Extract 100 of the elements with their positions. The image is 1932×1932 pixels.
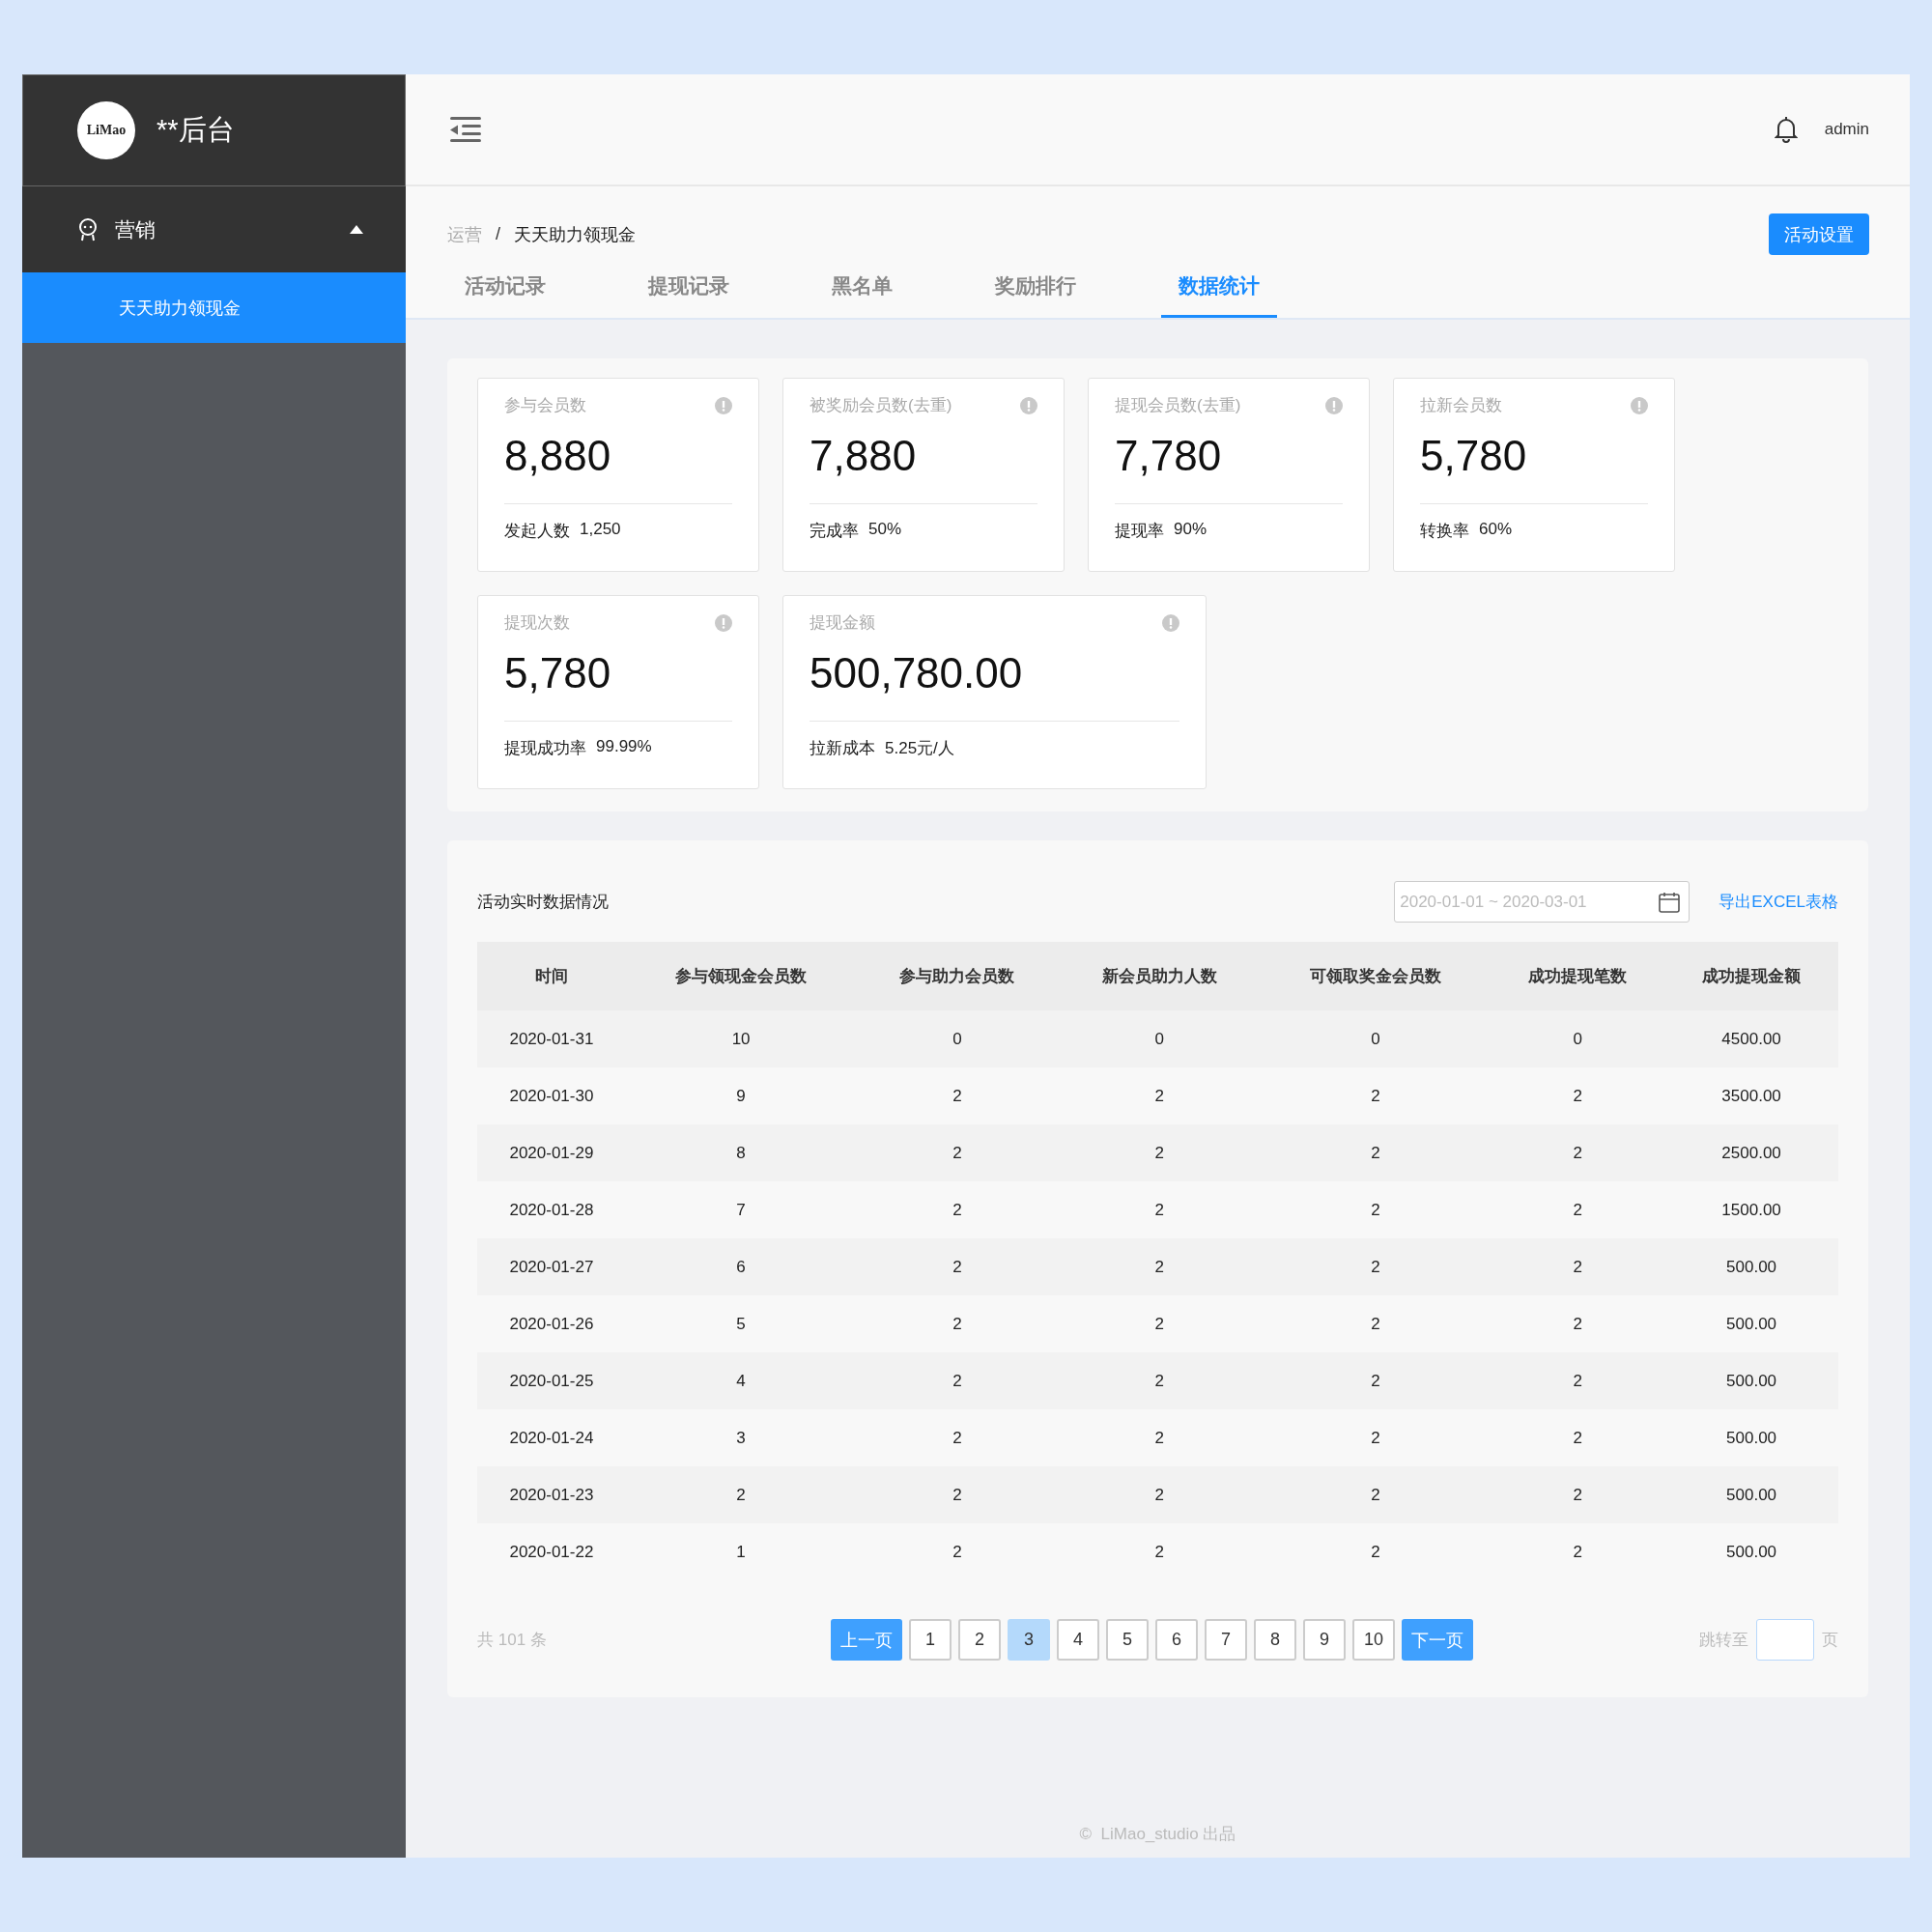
stat-value: 7,880 (810, 432, 918, 480)
table-cell: 2 (1058, 1466, 1261, 1523)
page-input[interactable] (1756, 1619, 1814, 1661)
stat-title: 参与会员数 (504, 395, 586, 416)
page-button[interactable]: 1 (908, 1619, 952, 1661)
table-cell: 2020-01-24 (477, 1409, 626, 1466)
calendar-icon (1659, 892, 1681, 913)
table-cell: 2 (1491, 1352, 1665, 1409)
table-cell: 2020-01-22 (477, 1523, 626, 1580)
stat-sub-value: 50% (868, 520, 902, 540)
info-icon (715, 613, 732, 632)
user-name[interactable]: admin (1824, 120, 1869, 139)
table-cell: 2 (856, 1466, 1059, 1523)
table-cell: 2 (1260, 1124, 1492, 1181)
page-button[interactable]: 7 (1204, 1619, 1247, 1661)
table-cell: 2500.00 (1664, 1124, 1838, 1181)
logo: LiMao (77, 101, 135, 159)
breadcrumb-item: 天天助力领现金 (514, 223, 636, 246)
table-cell: 2020-01-29 (477, 1124, 626, 1181)
table-cell: 2 (1058, 1409, 1261, 1466)
table-cell: 2020-01-31 (477, 1010, 626, 1067)
app-title: **后台 (156, 113, 235, 147)
info-icon (1162, 613, 1179, 632)
table-cell: 6 (625, 1238, 857, 1295)
table-cell: 8 (625, 1124, 857, 1181)
stat-title: 拉新会员数 (1420, 395, 1502, 416)
table-cell: 4 (625, 1352, 857, 1409)
stat-title: 提现金额 (810, 612, 875, 634)
table-cell: 500.00 (1664, 1238, 1838, 1295)
page-button[interactable]: 4 (1056, 1619, 1099, 1661)
page-button[interactable]: 6 (1154, 1619, 1198, 1661)
table-cell: 2 (1058, 1067, 1261, 1124)
table-cell: 2 (1260, 1067, 1492, 1124)
info-icon (715, 396, 732, 414)
table-cell: 10 (625, 1010, 857, 1067)
stat-value: 7,780 (1115, 432, 1223, 480)
table-cell: 1 (625, 1523, 857, 1580)
table-cell: 2 (1058, 1523, 1261, 1580)
column-header: 可领取奖金会员数 (1260, 942, 1492, 1010)
table-cell: 2 (1491, 1523, 1665, 1580)
table-cell: 2 (1491, 1409, 1665, 1466)
table-title: 活动实时数据情况 (477, 892, 609, 913)
column-header: 成功提现笔数 (1491, 942, 1665, 1010)
stat-title: 提现次数 (504, 612, 570, 634)
table-cell: 2 (856, 1238, 1059, 1295)
table-cell: 2 (856, 1295, 1059, 1352)
stat-sub-value: 1,250 (580, 520, 621, 540)
table-cell: 2020-01-23 (477, 1466, 626, 1523)
table-cell: 500.00 (1664, 1352, 1838, 1409)
table-cell: 500.00 (1664, 1409, 1838, 1466)
table-cell: 2 (1491, 1466, 1665, 1523)
stat-value: 5,780 (1420, 432, 1528, 480)
stat-label: 完成率 (810, 521, 859, 542)
page-button[interactable]: 5 (1105, 1619, 1149, 1661)
table-cell: 2020-01-25 (477, 1352, 626, 1409)
stat-value: 8,880 (504, 432, 612, 480)
page-button[interactable]: 10 (1351, 1619, 1395, 1661)
table-cell: 2 (856, 1124, 1059, 1181)
table-cell: 2 (1491, 1238, 1665, 1295)
table-cell: 2020-01-30 (477, 1067, 626, 1124)
page-button[interactable]: 3 (1007, 1619, 1050, 1661)
stat-sub-value: 60% (1479, 520, 1513, 540)
table-cell: 2020-01-26 (477, 1295, 626, 1352)
stat-sub-value: 99.99% (596, 737, 652, 757)
caret-icon (350, 225, 363, 234)
table-cell: 2 (1260, 1238, 1492, 1295)
stat-value: 5,780 (504, 649, 612, 697)
table-cell: 2 (1491, 1181, 1665, 1238)
table-cell: 0 (1260, 1010, 1492, 1067)
table-cell: 0 (856, 1010, 1059, 1067)
table-cell: 5 (625, 1295, 857, 1352)
table-cell: 2 (625, 1466, 857, 1523)
table-cell: 2 (1491, 1124, 1665, 1181)
table-cell: 2 (1491, 1295, 1665, 1352)
stat-title: 被奖励会员数(去重) (810, 395, 952, 416)
stat-value: 500,780.00 (810, 649, 1024, 697)
jump-label: 跳转至 (1699, 1630, 1748, 1651)
table-cell: 3 (625, 1409, 857, 1466)
stat-sub-value: 5.25元/人 (885, 738, 954, 759)
table-cell: 2 (1058, 1181, 1261, 1238)
table-cell: 0 (1491, 1010, 1665, 1067)
table-cell: 500.00 (1664, 1295, 1838, 1352)
column-header: 成功提现金额 (1664, 942, 1838, 1010)
menu-icon[interactable] (450, 116, 481, 143)
table-cell: 2 (856, 1181, 1059, 1238)
info-icon (1325, 396, 1343, 414)
info-icon (1631, 396, 1648, 414)
bell-icon[interactable] (1774, 116, 1798, 143)
column-header: 时间 (477, 942, 626, 1010)
page-suffix: 页 (1822, 1630, 1838, 1651)
page-button[interactable]: 2 (957, 1619, 1001, 1661)
page-button[interactable]: 8 (1253, 1619, 1296, 1661)
table-cell: 2 (1260, 1295, 1492, 1352)
table-cell: 4500.00 (1664, 1010, 1838, 1067)
date-range-field[interactable]: 2020-01-01 ~ 2020-03-01 (1394, 881, 1690, 923)
table-cell: 2 (1058, 1352, 1261, 1409)
page-button[interactable]: 9 (1302, 1619, 1346, 1661)
table-cell: 500.00 (1664, 1523, 1838, 1580)
menu-item[interactable]: 营销 (22, 186, 406, 272)
footer-text: © LiMao_studio 出品 (1079, 1825, 1236, 1843)
